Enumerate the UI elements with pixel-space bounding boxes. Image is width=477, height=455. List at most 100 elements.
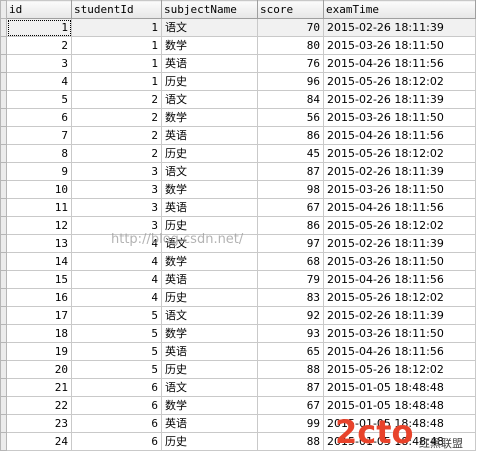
table-row[interactable]: 15 4 英语 79 2015-04-26 18:11:56 [0,270,476,289]
cell-studentid[interactable]: 3 [71,180,162,199]
cell-id[interactable]: 3 [6,54,72,73]
cell-studentid[interactable]: 3 [71,216,162,235]
table-row[interactable]: 19 5 英语 65 2015-04-26 18:11:56 [0,342,476,361]
cell-examtime[interactable]: 2015-03-26 18:11:50 [323,324,476,343]
cell-subjectname[interactable]: 数学 [161,36,258,55]
cell-score[interactable]: 88 [257,360,324,379]
cell-studentid[interactable]: 4 [71,270,162,289]
cell-score[interactable]: 98 [257,180,324,199]
cell-examtime[interactable]: 2015-02-26 18:11:39 [323,234,476,253]
cell-studentid[interactable]: 1 [71,36,162,55]
cell-score[interactable]: 84 [257,90,324,109]
table-row[interactable]: 6 2 数学 56 2015-03-26 18:11:50 [0,108,476,127]
cell-id[interactable]: 5 [6,90,72,109]
cell-studentid[interactable]: 5 [71,342,162,361]
table-row[interactable]: 16 4 历史 83 2015-05-26 18:12:02 [0,288,476,307]
cell-id[interactable]: 20 [6,360,72,379]
table-row[interactable]: 22 6 数学 67 2015-01-05 18:48:48 [0,396,476,415]
cell-id[interactable]: 23 [6,414,72,433]
cell-studentid[interactable]: 2 [71,126,162,145]
cell-examtime[interactable]: 2015-05-26 18:12:02 [323,72,476,91]
table-row[interactable]: 4 1 历史 96 2015-05-26 18:12:02 [0,72,476,91]
cell-studentid[interactable]: 4 [71,234,162,253]
cell-id[interactable]: 19 [6,342,72,361]
cell-score[interactable]: 86 [257,216,324,235]
cell-id[interactable]: 13 [6,234,72,253]
cell-id[interactable]: 6 [6,108,72,127]
cell-studentid[interactable]: 5 [71,324,162,343]
table-row[interactable]: 2 1 数学 80 2015-03-26 18:11:50 [0,36,476,55]
cell-score[interactable]: 79 [257,270,324,289]
cell-score[interactable]: 65 [257,342,324,361]
cell-score[interactable]: 92 [257,306,324,325]
cell-subjectname[interactable]: 历史 [161,144,258,163]
table-row[interactable]: 9 3 语文 87 2015-02-26 18:11:39 [0,162,476,181]
table-row[interactable]: 11 3 英语 67 2015-04-26 18:11:56 [0,198,476,217]
cell-examtime[interactable]: 2015-01-05 18:48:48 [323,432,476,451]
column-header-examtime[interactable]: examTime [323,0,476,19]
cell-studentid[interactable]: 1 [71,72,162,91]
cell-score[interactable]: 97 [257,234,324,253]
cell-studentid[interactable]: 4 [71,288,162,307]
column-header-score[interactable]: score [257,0,324,19]
cell-studentid[interactable]: 2 [71,108,162,127]
cell-subjectname[interactable]: 英语 [161,414,258,433]
table-row[interactable]: 5 2 语文 84 2015-02-26 18:11:39 [0,90,476,109]
cell-studentid[interactable]: 3 [71,162,162,181]
cell-studentid[interactable]: 5 [71,306,162,325]
cell-score[interactable]: 68 [257,252,324,271]
cell-subjectname[interactable]: 英语 [161,270,258,289]
cell-examtime[interactable]: 2015-03-26 18:11:50 [323,180,476,199]
cell-id[interactable]: 16 [6,288,72,307]
cell-id[interactable]: 10 [6,180,72,199]
column-header-subjectname[interactable]: subjectName [161,0,258,19]
cell-subjectname[interactable]: 英语 [161,126,258,145]
cell-id[interactable]: 15 [6,270,72,289]
cell-studentid[interactable]: 6 [71,432,162,451]
cell-examtime[interactable]: 2015-01-05 18:48:48 [323,396,476,415]
cell-id[interactable]: 9 [6,162,72,181]
cell-subjectname[interactable]: 数学 [161,252,258,271]
cell-examtime[interactable]: 2015-03-26 18:11:50 [323,36,476,55]
cell-id[interactable]: 1 [6,18,72,37]
cell-subjectname[interactable]: 历史 [161,72,258,91]
cell-score[interactable]: 96 [257,72,324,91]
table-row[interactable]: 10 3 数学 98 2015-03-26 18:11:50 [0,180,476,199]
cell-id[interactable]: 11 [6,198,72,217]
cell-studentid[interactable]: 5 [71,360,162,379]
cell-studentid[interactable]: 6 [71,396,162,415]
cell-studentid[interactable]: 2 [71,144,162,163]
cell-subjectname[interactable]: 英语 [161,54,258,73]
cell-studentid[interactable]: 6 [71,414,162,433]
table-row[interactable]: 3 1 英语 76 2015-04-26 18:11:56 [0,54,476,73]
cell-subjectname[interactable]: 数学 [161,324,258,343]
cell-id[interactable]: 14 [6,252,72,271]
cell-subjectname[interactable]: 历史 [161,288,258,307]
cell-examtime[interactable]: 2015-02-26 18:11:39 [323,162,476,181]
table-row[interactable]: 14 4 数学 68 2015-03-26 18:11:50 [0,252,476,271]
cell-score[interactable]: 88 [257,432,324,451]
cell-studentid[interactable]: 3 [71,198,162,217]
cell-studentid[interactable]: 6 [71,378,162,397]
cell-subjectname[interactable]: 英语 [161,342,258,361]
cell-score[interactable]: 99 [257,414,324,433]
cell-examtime[interactable]: 2015-05-26 18:12:02 [323,216,476,235]
cell-subjectname[interactable]: 英语 [161,198,258,217]
cell-id[interactable]: 2 [6,36,72,55]
table-row[interactable]: 18 5 数学 93 2015-03-26 18:11:50 [0,324,476,343]
table-row[interactable]: 12 3 历史 86 2015-05-26 18:12:02 [0,216,476,235]
cell-examtime[interactable]: 2015-04-26 18:11:56 [323,54,476,73]
table-row[interactable]: 7 2 英语 86 2015-04-26 18:11:56 [0,126,476,145]
column-header-studentid[interactable]: studentId [71,0,162,19]
cell-subjectname[interactable]: 语文 [161,378,258,397]
table-row[interactable]: 8 2 历史 45 2015-05-26 18:12:02 [0,144,476,163]
cell-examtime[interactable]: 2015-02-26 18:11:39 [323,306,476,325]
table-row[interactable]: 17 5 语文 92 2015-02-26 18:11:39 [0,306,476,325]
cell-subjectname[interactable]: 历史 [161,432,258,451]
cell-examtime[interactable]: 2015-02-26 18:11:39 [323,18,476,37]
cell-examtime[interactable]: 2015-01-05 18:48:48 [323,378,476,397]
cell-subjectname[interactable]: 语文 [161,18,258,37]
cell-score[interactable]: 86 [257,126,324,145]
cell-examtime[interactable]: 2015-05-26 18:12:02 [323,288,476,307]
cell-subjectname[interactable]: 数学 [161,108,258,127]
